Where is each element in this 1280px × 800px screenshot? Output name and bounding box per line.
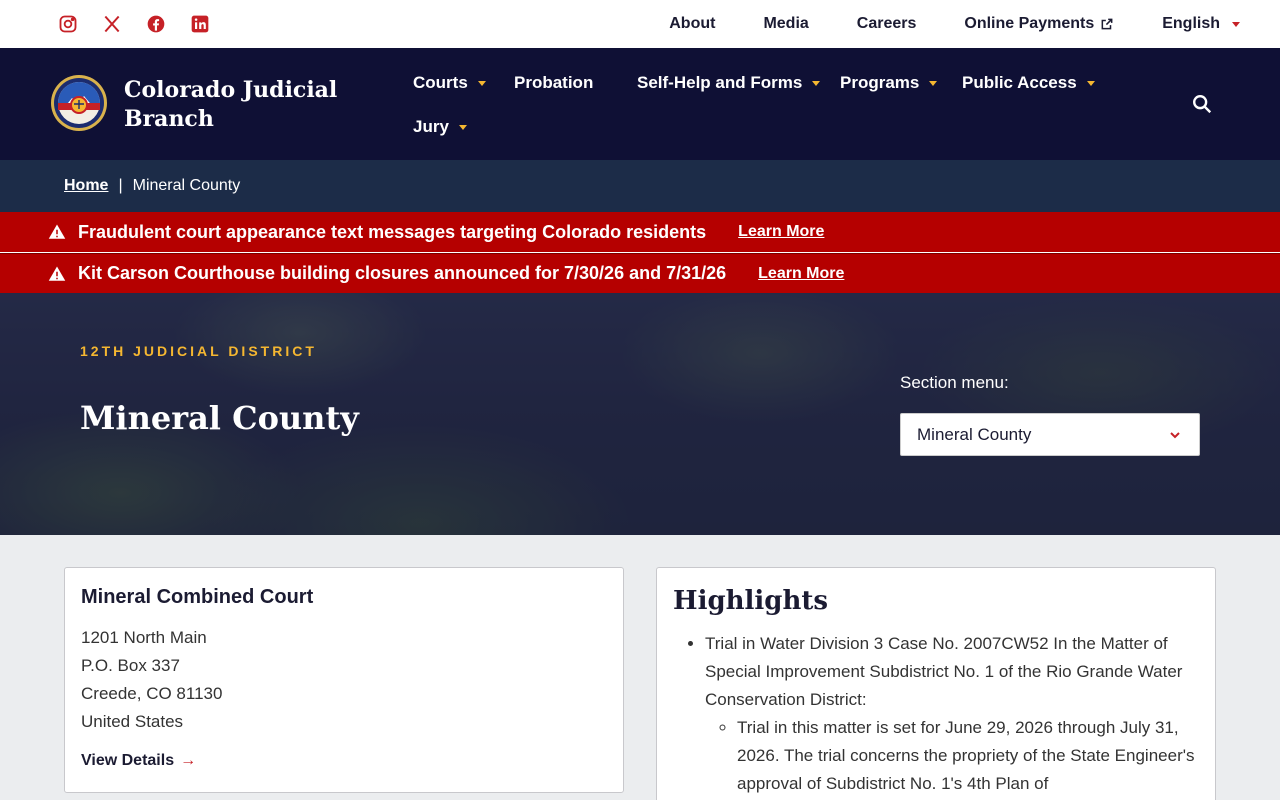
view-details-link[interactable]: View Details →: [81, 752, 196, 770]
facebook-icon[interactable]: [144, 12, 168, 36]
nav-self-help[interactable]: Self-Help and Forms: [637, 73, 821, 93]
nav-self-help-label: Self-Help and Forms: [637, 73, 803, 92]
address-line: 1201 North Main: [81, 628, 207, 647]
utility-bar: About Media Careers Online Payments Engl…: [0, 0, 1280, 48]
address-line: P.O. Box 337: [81, 656, 180, 675]
about-link[interactable]: About: [669, 15, 715, 33]
external-link-icon: [1101, 18, 1113, 30]
nav-courts-label: Courts: [413, 73, 468, 92]
hero-banner: 12TH JUDICIAL DISTRICT Mineral County Se…: [0, 293, 1280, 535]
alert-message: Kit Carson Courthouse building closures …: [78, 263, 727, 283]
highlight-text: Trial in Water Division 3 Case No. 2007C…: [705, 634, 1183, 709]
court-name: Mineral Combined Court: [81, 586, 314, 608]
careers-link[interactable]: Careers: [857, 15, 917, 33]
alert-banner: Fraudulent court appearance text message…: [0, 212, 1280, 252]
online-payments-label: Online Payments: [964, 15, 1095, 32]
caret-down-icon: [458, 124, 467, 130]
online-payments-link[interactable]: Online Payments: [964, 15, 1114, 33]
caret-down-icon: [1232, 21, 1240, 27]
nav-programs[interactable]: Programs: [840, 73, 938, 93]
language-label: English: [1162, 15, 1220, 32]
caret-down-icon: [1086, 80, 1095, 86]
highlights-title: Highlights: [673, 586, 829, 616]
district-label: 12TH JUDICIAL DISTRICT: [80, 343, 317, 359]
list-item: Trial in Water Division 3 Case No. 2007C…: [705, 630, 1195, 798]
nav-jury-label: Jury: [413, 117, 449, 136]
nav-probation-label: Probation: [514, 73, 594, 92]
highlights-list: Trial in Water Division 3 Case No. 2007C…: [705, 630, 1195, 798]
search-icon[interactable]: [1191, 93, 1213, 115]
warning-icon: [48, 266, 66, 281]
nav-public-access-label: Public Access: [962, 73, 1077, 92]
breadcrumb-home[interactable]: Home: [64, 177, 108, 195]
address-line: United States: [81, 712, 184, 731]
caret-down-icon: [812, 80, 821, 86]
language-selector[interactable]: English: [1162, 15, 1240, 33]
nav-courts[interactable]: Courts: [413, 73, 486, 93]
nav-public-access[interactable]: Public Access: [962, 73, 1095, 93]
x-icon[interactable]: [100, 12, 124, 36]
alert-learn-more[interactable]: Learn More: [738, 223, 824, 241]
address-line: Creede, CO 81130: [81, 684, 223, 703]
warning-icon: [48, 224, 66, 239]
colorado-courts-seal-icon[interactable]: [50, 74, 108, 132]
linkedin-icon[interactable]: [188, 12, 212, 36]
page-title: Mineral County: [80, 399, 359, 437]
section-menu-label: Section menu:: [900, 373, 1009, 392]
breadcrumb-current: Mineral County: [132, 177, 241, 194]
court-card: Mineral Combined Court 1201 North Main P…: [64, 567, 624, 793]
breadcrumb: Home | Mineral County: [0, 160, 1280, 212]
highlights-card: Highlights Trial in Water Division 3 Cas…: [656, 567, 1216, 800]
court-address: 1201 North Main P.O. Box 337 Creede, CO …: [81, 624, 222, 736]
nav-programs-label: Programs: [840, 73, 920, 92]
list-item: Trial in this matter is set for June 29,…: [737, 714, 1195, 798]
alert-banner: Kit Carson Courthouse building closures …: [0, 253, 1280, 293]
caret-down-icon: [929, 80, 938, 86]
alert-message: Fraudulent court appearance text message…: [78, 221, 707, 242]
alert-learn-more[interactable]: Learn More: [758, 265, 844, 283]
section-menu-value: Mineral County: [917, 424, 1032, 444]
nav-jury[interactable]: Jury: [413, 117, 467, 137]
main-navigation: Colorado Judicial Branch Courts Probatio…: [0, 48, 1280, 160]
media-link[interactable]: Media: [763, 15, 808, 33]
instagram-icon[interactable]: [56, 12, 80, 36]
breadcrumb-separator: |: [118, 177, 123, 194]
section-menu-select[interactable]: Mineral County: [900, 413, 1200, 456]
chevron-down-icon: [1170, 432, 1180, 439]
nav-probation[interactable]: Probation: [514, 73, 593, 93]
utility-links: About Media Careers Online Payments Engl…: [669, 0, 1240, 48]
view-details-label: View Details: [81, 752, 175, 769]
sub-list: Trial in this matter is set for June 29,…: [737, 714, 1195, 798]
arrow-right-icon: →: [180, 752, 197, 769]
caret-down-icon: [477, 80, 486, 86]
site-name[interactable]: Colorado Judicial Branch: [124, 76, 344, 134]
social-links: [56, 12, 212, 36]
